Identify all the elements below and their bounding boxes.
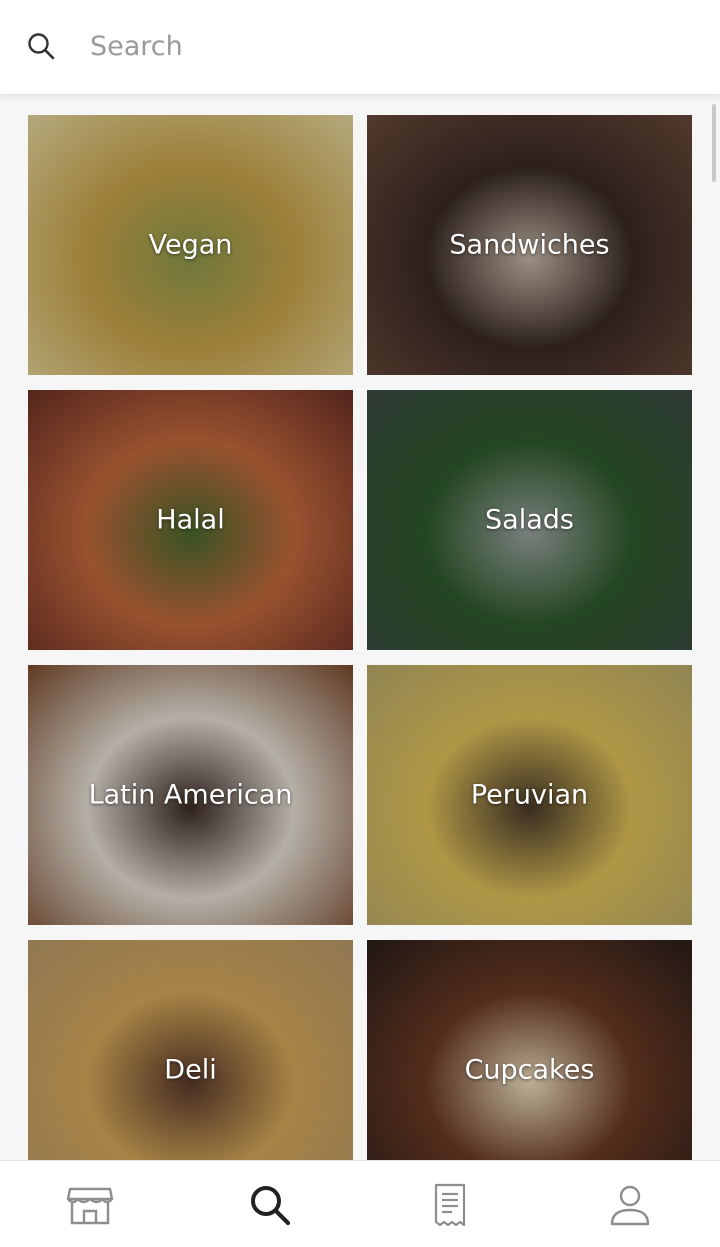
category-tile-halal[interactable]: Halal <box>28 390 353 650</box>
category-tile-peruvian[interactable]: Peruvian <box>367 665 692 925</box>
category-tile-sandwiches[interactable]: Sandwiches <box>367 115 692 375</box>
search-icon[interactable] <box>26 31 56 61</box>
search-bar <box>0 0 720 94</box>
storefront-icon <box>66 1187 114 1224</box>
category-tile-vegan[interactable]: Vegan <box>28 115 353 375</box>
category-label: Deli <box>164 1054 217 1086</box>
category-tile-latin-american[interactable]: Latin American <box>28 665 353 925</box>
category-tile-salads[interactable]: Salads <box>367 390 692 650</box>
receipt-icon <box>434 1183 466 1226</box>
category-label: Latin American <box>88 779 293 811</box>
nav-item-orders[interactable] <box>360 1161 540 1247</box>
category-label: Cupcakes <box>464 1054 595 1086</box>
category-tile-deli[interactable]: Deli <box>28 940 353 1160</box>
nav-item-search[interactable] <box>180 1161 360 1247</box>
category-label: Vegan <box>148 229 233 261</box>
category-label: Peruvian <box>470 779 589 811</box>
scrollbar[interactable] <box>712 104 716 182</box>
bottom-nav <box>0 1160 720 1247</box>
category-label: Sandwiches <box>449 229 610 261</box>
category-label: Salads <box>485 504 574 536</box>
category-tile-cupcakes[interactable]: Cupcakes <box>367 940 692 1160</box>
image-overlay <box>367 940 692 1160</box>
nav-item-home[interactable] <box>0 1161 180 1247</box>
app-root: Vegan Sandwiches Halal Salads Latin Amer… <box>0 0 720 1247</box>
search-icon <box>251 1185 291 1225</box>
search-input[interactable] <box>90 24 670 68</box>
category-grid: Vegan Sandwiches Halal Salads Latin Amer… <box>0 94 720 1160</box>
image-overlay <box>28 940 353 1160</box>
nav-item-account[interactable] <box>540 1161 720 1247</box>
category-label: Halal <box>156 504 225 536</box>
profile-icon <box>610 1185 650 1225</box>
